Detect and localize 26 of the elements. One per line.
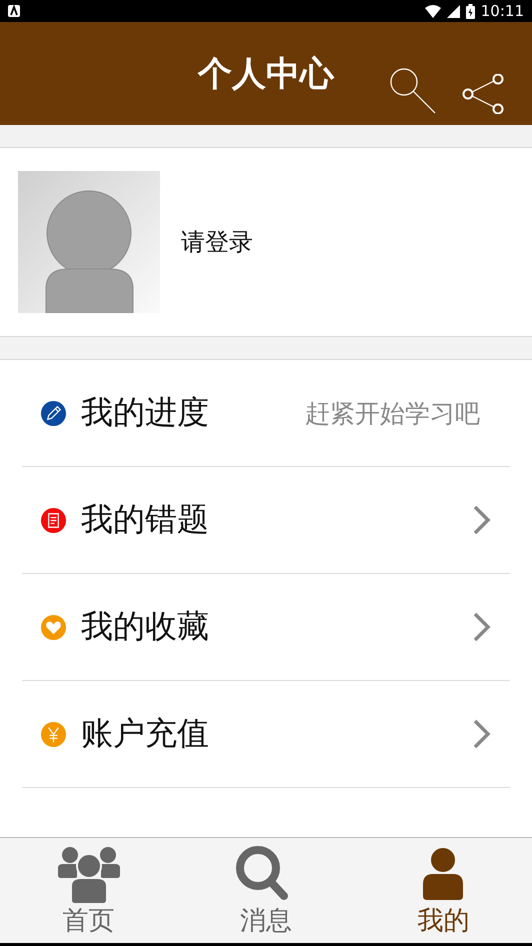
tab[interactable]: 消息	[177, 838, 355, 943]
avatar-icon[interactable]	[18, 171, 160, 313]
hint-text: 赶紧开始学习吧	[305, 398, 480, 430]
search-icon[interactable]	[390, 68, 438, 116]
menu-label: 我的错题	[81, 499, 209, 540]
menu-label: 我的收藏	[81, 606, 209, 647]
menu-label: 我的进度	[81, 392, 209, 433]
login-link[interactable]: 请登录	[181, 226, 253, 258]
share-icon[interactable]	[462, 74, 506, 114]
menu-label: 账户充值	[81, 713, 209, 754]
tab[interactable]: 首页	[0, 838, 178, 943]
battery-icon	[466, 4, 475, 18]
menu-item[interactable]: 我的错题	[22, 467, 510, 574]
signal-icon	[446, 4, 460, 18]
menu-item[interactable]: 我的进度 赶紧开始学习吧	[22, 360, 510, 467]
notification-icon	[8, 5, 20, 17]
menu-item[interactable]: 账户充值	[22, 681, 510, 788]
chevron-icon	[472, 718, 492, 750]
chevron-icon	[472, 611, 492, 643]
people-icon	[56, 846, 121, 906]
tab[interactable]: 我的	[354, 838, 532, 943]
page-title: 个人中心	[198, 52, 334, 96]
clock-time: 10:11	[480, 2, 524, 20]
menu-item[interactable]: 我的收藏	[22, 574, 510, 681]
chevron-icon	[472, 504, 492, 536]
wifi-icon	[424, 4, 441, 18]
